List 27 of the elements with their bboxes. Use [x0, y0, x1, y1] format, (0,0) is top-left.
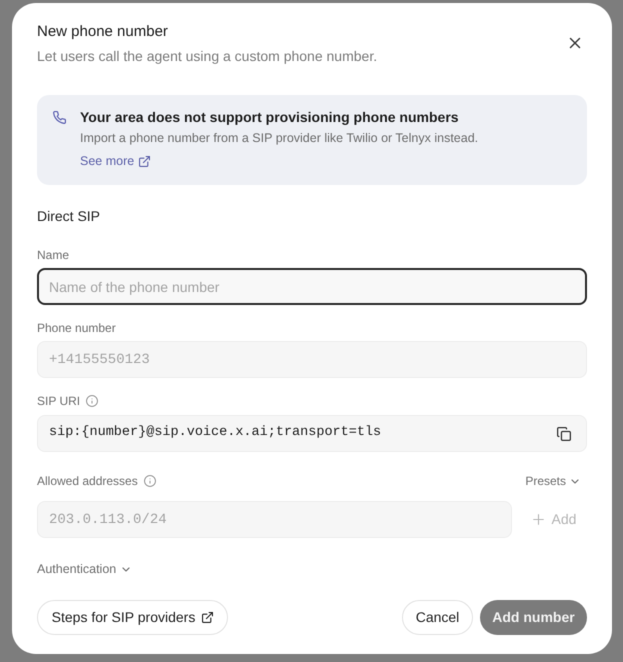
dialog-title: New phone number [37, 22, 169, 42]
field-label: Phone number [37, 320, 116, 336]
alert-message: Import a phone number from a SIP provider like Twilio or Telnyx instead. [80, 130, 478, 147]
field-label: SIP URI [37, 393, 80, 409]
external-link-icon [139, 156, 150, 166]
field-label: Name [37, 247, 70, 263]
field-label: Allowed addresses [37, 473, 138, 489]
dialog-subtitle: Let users call the agent using a custom phone number. [37, 47, 378, 66]
external-link-icon [202, 612, 214, 623]
alert-title: Your area does not support provisioning phone numbers [80, 108, 459, 127]
section-title: Direct SIP [37, 207, 102, 226]
authentication-toggle[interactable]: Authentication [37, 559, 130, 579]
address-field[interactable]: 203.0.113.0/24 [37, 501, 512, 538]
see-more-link[interactable]: See more [80, 151, 150, 171]
copy-icon [557, 426, 571, 440]
sip-uri-field[interactable]: sip:{number}@sip.voice.x.ai;transport=tls [37, 415, 587, 452]
phone-number-field[interactable]: +14155550123 [37, 341, 587, 378]
name-field[interactable]: Name of the phone number [37, 268, 587, 305]
plus-icon [532, 514, 544, 525]
phone-icon [53, 111, 66, 124]
presets-button[interactable]: Presets [519, 469, 585, 493]
copy-button[interactable] [556, 426, 572, 442]
chevron-down-icon [122, 566, 130, 572]
steps-button[interactable]: Steps for SIP providers [37, 600, 228, 635]
cancel-button[interactable]: Cancel [402, 600, 473, 635]
close-icon [569, 37, 581, 49]
chevron-down-icon [571, 478, 579, 484]
